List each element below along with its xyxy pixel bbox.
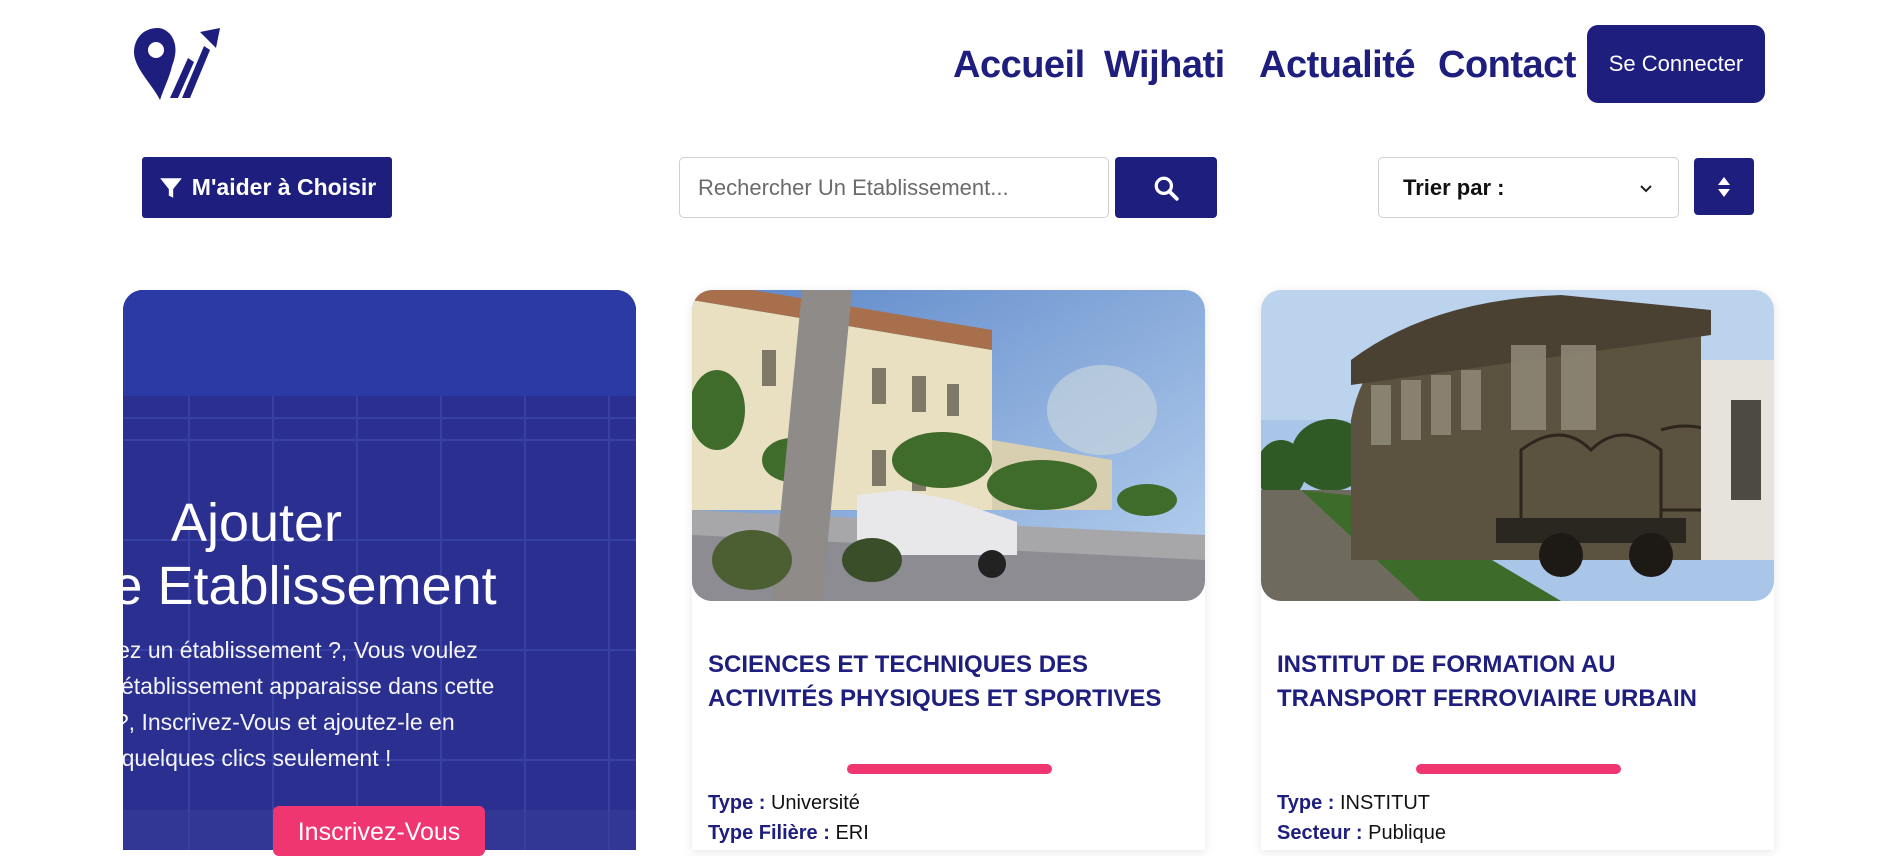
promo-description: Vous avez un établissement ?, Vous voule… (18, 637, 495, 771)
search-button[interactable] (1115, 157, 1217, 218)
meta-key: Type Filière : (708, 822, 830, 844)
card-divider (847, 764, 1052, 774)
establishment-image (692, 290, 1205, 601)
meta-key: Type : (1277, 792, 1335, 814)
register-button[interactable]: Inscrivez-Vous (273, 806, 485, 856)
establishment-card[interactable]: INSTITUT DE FORMATION AU TRANSPORT FERRO… (1261, 290, 1774, 850)
meta-type: Type : INSTITUT (1277, 792, 1430, 815)
meta-value: INSTITUT (1339, 792, 1430, 814)
search-input[interactable] (679, 157, 1109, 218)
establishment-title[interactable]: INSTITUT DE FORMATION AU TRANSPORT FERRO… (1277, 648, 1767, 716)
card-divider (1416, 764, 1621, 774)
meta-value: Publique (1368, 822, 1446, 844)
search-icon (1154, 176, 1179, 201)
nav-wijhati[interactable]: Wijhati (1104, 44, 1225, 86)
promo-title-line2: Votre Etablissement (16, 556, 497, 616)
nav-accueil[interactable]: Accueil (953, 44, 1085, 86)
meta-value: Université (770, 792, 860, 814)
meta-value: ERI (835, 822, 869, 844)
promo-title: Ajouter Votre Etablissement (0, 492, 513, 618)
logo[interactable] (130, 24, 222, 102)
logo-icon (134, 28, 220, 100)
sort-order-button[interactable] (1694, 158, 1754, 215)
nav-contact[interactable]: Contact (1438, 44, 1576, 86)
nav-actualite[interactable]: Actualité (1259, 44, 1415, 86)
help-choose-button[interactable]: M'aider à Choisir (142, 157, 392, 218)
chevron-down-icon (1640, 184, 1652, 192)
meta-key: Secteur : (1277, 822, 1363, 844)
promo-title-line1: Ajouter (170, 493, 343, 553)
meta-type: Type : Université (708, 792, 860, 815)
help-choose-label: M'aider à Choisir (191, 174, 377, 200)
connect-button[interactable]: Se Connecter (1587, 25, 1765, 103)
sort-select-label: Trier par : (1403, 174, 1505, 200)
sort-icon (1718, 176, 1730, 197)
establishment-card[interactable]: SCIENCES ET TECHNIQUES DES ACTIVITÉS PHY… (692, 290, 1205, 850)
meta-key: Type : (708, 792, 766, 814)
meta-secteur: Secteur : Publique (1277, 822, 1446, 845)
register-button-label: Inscrivez-Vous (297, 818, 461, 846)
establishment-image (1261, 290, 1774, 601)
connect-button-label: Se Connecter (1608, 51, 1744, 76)
sort-select[interactable]: Trier par : (1378, 157, 1679, 218)
filter-icon (159, 177, 182, 198)
establishment-title[interactable]: SCIENCES ET TECHNIQUES DES ACTIVITÉS PHY… (708, 648, 1198, 716)
meta-filiere: Type Filière : ERI (708, 822, 869, 845)
